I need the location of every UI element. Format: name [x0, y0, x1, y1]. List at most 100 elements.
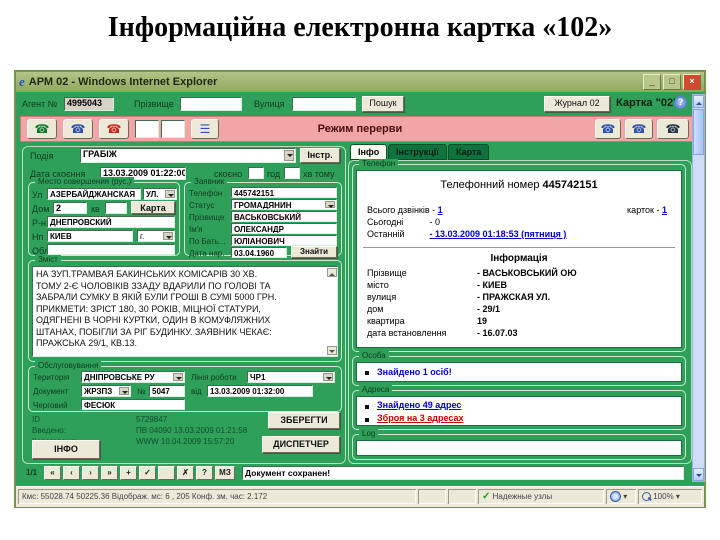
ago-minutes-input[interactable]: [284, 167, 300, 179]
claimant-birth-input[interactable]: 03.04.1960: [231, 247, 287, 258]
nav-first-button[interactable]: «: [44, 466, 61, 480]
search-button[interactable]: Пошук: [362, 96, 404, 112]
work-line-dropdown-icon[interactable]: [323, 373, 333, 381]
place-district-input[interactable]: ДНЕПРОВСКИЙ: [47, 216, 175, 228]
textarea-scroll-up-icon[interactable]: [327, 268, 337, 277]
map-button[interactable]: Карта: [131, 201, 175, 214]
save-button[interactable]: ЗБЕРЕГТИ: [268, 412, 340, 429]
transfer-call-button[interactable]: ☎: [625, 119, 653, 139]
cards-count-label: карток -: [627, 205, 660, 215]
dispatcher-button[interactable]: ДИСПЕТЧЕР: [262, 436, 340, 453]
nav-next-button[interactable]: ›: [82, 466, 99, 480]
textarea-scroll-down-icon[interactable]: [327, 346, 337, 355]
tab-instructions[interactable]: Інструкції: [388, 144, 447, 160]
instruction-button[interactable]: Інстр.: [300, 148, 340, 163]
place-house-label: Дом: [32, 204, 50, 214]
person-box: Знайдено 1 осіб!: [356, 362, 682, 382]
help-icon[interactable]: ?: [674, 96, 687, 109]
place-city-type-combo[interactable]: г.: [137, 230, 175, 242]
person-found-link[interactable]: Знайдено 1 осіб!: [377, 367, 452, 377]
place-street-type-combo[interactable]: УЛ.: [143, 188, 177, 200]
ago-label-2: год: [267, 169, 281, 179]
hold-call-button[interactable]: ☎: [595, 119, 621, 139]
content-legend: Зміст: [35, 255, 61, 264]
event-dropdown-icon[interactable]: [284, 150, 294, 161]
nav-last-button[interactable]: »: [101, 466, 118, 480]
info-row-apartment: квартира 19: [367, 316, 487, 326]
territory-combo[interactable]: ДНІПРОВСЬКЕ РУ: [81, 371, 185, 383]
nav-add-button[interactable]: +: [120, 466, 137, 480]
street-type-dropdown-icon[interactable]: [165, 190, 175, 198]
scroll-down-icon[interactable]: [693, 468, 704, 481]
place-city-label: Нп: [32, 232, 44, 242]
city-type-dropdown-icon[interactable]: [163, 232, 173, 240]
document-status-field: Документ сохранен!: [242, 466, 684, 480]
tab-info[interactable]: Інфо: [350, 144, 388, 160]
claimant-status-combo[interactable]: ГРОМАДЯНИН: [231, 199, 337, 210]
minimize-button[interactable]: _: [643, 74, 661, 90]
scrollbar-thumb[interactable]: [693, 109, 704, 155]
document-from-input[interactable]: 13.03.2009 01:32:00: [207, 385, 313, 397]
place-apt-label: кв: [91, 204, 100, 214]
globe-icon: [610, 491, 621, 503]
place-house-input[interactable]: 2: [53, 202, 87, 214]
entered-value: ПВ 04090 13.03.2009 01:21:58: [136, 426, 248, 435]
status-dropdown-icon[interactable]: [325, 201, 335, 208]
event-combo[interactable]: ГРАБІЖ: [80, 148, 296, 163]
protected-mode-segment[interactable]: ▾: [606, 489, 636, 504]
place-street-input[interactable]: АЗЕРБАЙДЖАНСКАЯ: [47, 188, 141, 200]
place-city-input[interactable]: КИЕВ: [47, 230, 133, 242]
street-search-input[interactable]: [292, 97, 356, 111]
nav-blank-button[interactable]: [158, 466, 175, 480]
territory-dropdown-icon[interactable]: [173, 373, 183, 381]
weapons-addresses-link[interactable]: Зброя на 3 адресах: [377, 413, 464, 423]
document-dropdown-icon[interactable]: [119, 387, 129, 395]
claimant-phone-input[interactable]: 445742151: [231, 187, 337, 198]
tab-map[interactable]: Карта: [448, 144, 490, 160]
info-label: вулиця: [367, 292, 397, 302]
claimant-surname-input[interactable]: ВАСЬКОВСЬКИЙ: [231, 211, 337, 222]
document-value: ЖРЗПЗ: [84, 387, 113, 396]
claimant-birth-label: Дата нар.: [189, 249, 225, 258]
close-button[interactable]: ×: [683, 74, 701, 90]
last-call-link[interactable]: - 13.03.2009 01:18:53 (пятниця ): [430, 229, 567, 239]
work-line-label: Лінія роботи: [191, 373, 237, 382]
incident-textarea[interactable]: НА ЗУП.ТРАМВАЯ БАКИНСЬКИХ КОМІСАРІВ 30 Х…: [32, 266, 338, 357]
nav-mz-button[interactable]: МЗ: [215, 466, 235, 480]
phone-group: Телефон Телефонний номер 445742151 Всьог…: [352, 159, 686, 352]
info-button[interactable]: ІНФО: [32, 440, 100, 459]
restore-button[interactable]: □: [663, 74, 681, 90]
entered-label: Введено:: [32, 426, 66, 435]
vertical-scrollbar[interactable]: [692, 94, 705, 482]
agent-number-value: 4995043: [64, 97, 114, 111]
place-apt-input[interactable]: [105, 202, 127, 214]
nav-prev-button[interactable]: ‹: [63, 466, 80, 480]
info-row-street: вулиця - ПРАЖСКАЯ УЛ.: [367, 292, 550, 302]
bullet-icon: [365, 371, 369, 375]
info-label: дом: [367, 304, 384, 314]
place-region-input[interactable]: [47, 244, 175, 255]
addresses-found-link[interactable]: Знайдено 49 адрес: [377, 400, 461, 410]
work-line-combo[interactable]: ЧР1: [247, 371, 335, 383]
nav-confirm-button[interactable]: ✓: [139, 466, 156, 480]
nav-help-button[interactable]: ?: [196, 466, 213, 480]
claimant-patronymic-input[interactable]: ЮЛІАНОВИЧ: [231, 235, 337, 246]
cards-count-link[interactable]: 1: [662, 205, 667, 215]
ago-hours-input[interactable]: [248, 167, 264, 179]
find-person-button[interactable]: Знайти: [291, 246, 337, 258]
zoom-segment[interactable]: 100% ▾: [638, 489, 702, 504]
calls-total-link[interactable]: 1: [438, 205, 443, 215]
claimant-name-input[interactable]: ОЛЕКСАНДР: [231, 223, 337, 234]
document-number-input[interactable]: 5047: [149, 385, 185, 397]
surname-search-input[interactable]: [180, 97, 242, 111]
journal-button[interactable]: Журнал 02: [544, 96, 610, 112]
scroll-up-icon[interactable]: [693, 95, 704, 108]
document-combo[interactable]: ЖРЗПЗ: [81, 385, 131, 397]
nav-delete-button[interactable]: ✗: [177, 466, 194, 480]
event-label: Подія: [30, 151, 54, 161]
hangup-button[interactable]: ☎: [657, 119, 689, 139]
duty-officer-input[interactable]: ФЕСЮК: [81, 399, 185, 410]
call-toolbar: ☎ ☎ ☎ ☰ Режим перерви ☎ ☎ ☎: [20, 116, 700, 142]
today-value: - 0: [429, 217, 441, 227]
place-street-type-value: УЛ.: [146, 190, 159, 199]
